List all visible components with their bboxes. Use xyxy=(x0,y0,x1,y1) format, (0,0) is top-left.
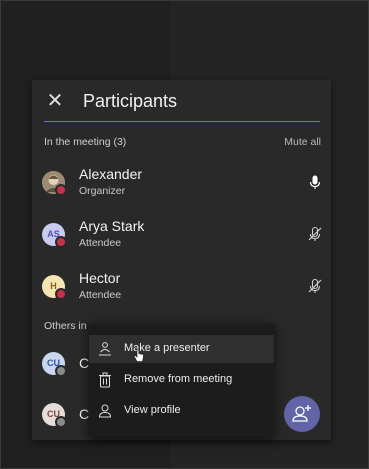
others-invited-header: Others in xyxy=(44,320,87,332)
trash-icon xyxy=(99,372,111,388)
mic-off-icon[interactable] xyxy=(307,278,323,294)
participant-context-menu: Make a presenter Remove from meeting Vie… xyxy=(89,324,274,437)
make-presenter-menu-item[interactable]: Make a presenter xyxy=(89,335,274,363)
status-dot xyxy=(55,184,67,196)
participant-row-alexander[interactable]: Alexander Organizer xyxy=(32,162,331,202)
remove-from-meeting-menu-item[interactable]: Remove from meeting xyxy=(89,366,274,394)
avatar: AS xyxy=(42,223,67,248)
add-person-icon xyxy=(292,405,311,422)
profile-icon xyxy=(98,404,112,418)
menu-item-label: View profile xyxy=(124,404,181,416)
status-dot xyxy=(55,236,67,248)
close-icon[interactable]: ✕ xyxy=(44,90,66,112)
avatar: H xyxy=(42,275,67,300)
participant-role: Attendee xyxy=(79,237,122,249)
panel-title: Participants xyxy=(83,91,178,111)
add-participant-button[interactable] xyxy=(284,396,320,432)
mute-all-button[interactable]: Mute all xyxy=(284,136,321,148)
presenter-icon xyxy=(99,342,111,356)
status-dot xyxy=(55,288,67,300)
menu-item-label: Remove from meeting xyxy=(124,373,233,385)
participant-role: Attendee xyxy=(79,289,122,301)
participant-row-arya-stark[interactable]: AS Arya Stark Attendee xyxy=(32,214,331,254)
mic-on-icon[interactable] xyxy=(307,174,323,190)
in-meeting-header: In the meeting (3) xyxy=(44,136,127,148)
mic-off-icon[interactable] xyxy=(307,226,323,242)
avatar: CU xyxy=(42,352,67,377)
participant-role: Organizer xyxy=(79,185,126,197)
participant-name: Hector xyxy=(79,270,121,286)
participant-name: Alexander xyxy=(79,166,143,182)
hand-cursor-icon xyxy=(133,349,144,362)
avatar xyxy=(42,171,67,196)
view-profile-menu-item[interactable]: View profile xyxy=(89,397,274,425)
participant-name: Arya Stark xyxy=(79,218,145,234)
title-underline xyxy=(44,121,320,122)
participant-row-hector[interactable]: H Hector Attendee xyxy=(32,266,331,306)
avatar: CU xyxy=(42,403,67,428)
status-dot xyxy=(55,365,67,377)
status-dot xyxy=(55,416,67,428)
